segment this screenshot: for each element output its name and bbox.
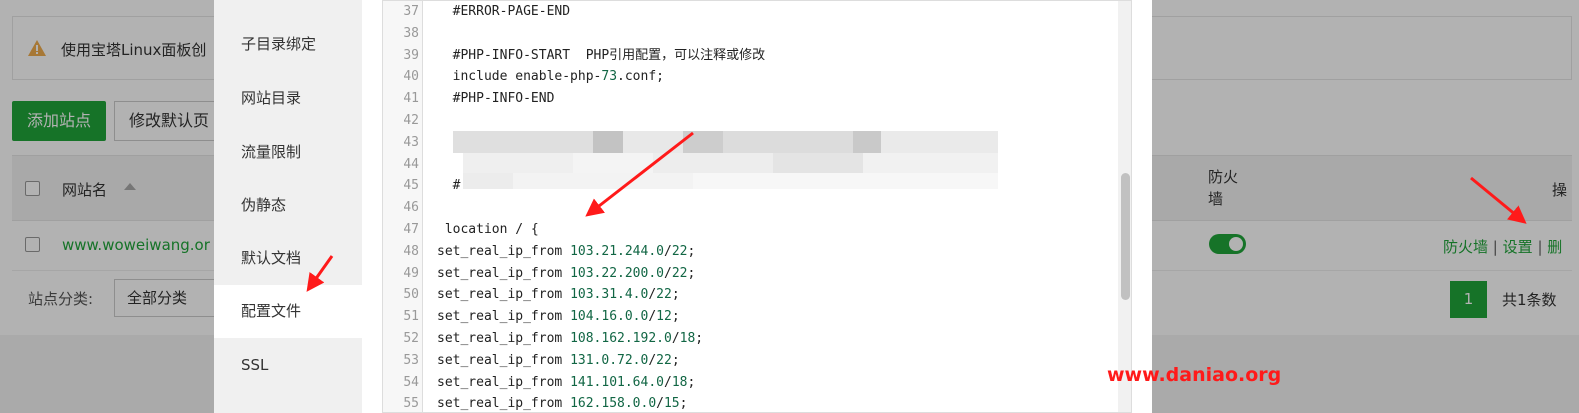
code-line: 52 set_real_ip_from 108.162.192.0/18; [383, 328, 1118, 350]
code-line: 40 include enable-php-73.conf; [383, 66, 1118, 88]
redacted-region [453, 129, 998, 191]
editor-scrollbar[interactable] [1118, 1, 1131, 412]
code-text: #PHP-INFO-START PHP引用配置，可以注释或修改 [437, 47, 766, 63]
line-number: 54 [403, 374, 419, 390]
line-number: 45 [403, 178, 419, 194]
line-number: 48 [403, 243, 419, 259]
code-line: 39 #PHP-INFO-START PHP引用配置，可以注释或修改 [383, 45, 1118, 67]
line-number: 52 [403, 331, 419, 346]
code-line: 54 set_real_ip_from 141.101.64.0/18; [383, 372, 1118, 394]
code-text: #ERROR-PAGE-END [437, 4, 571, 19]
code-text: set_real_ip_from 162.158.0.0/15; [437, 396, 688, 412]
line-number: 47 [403, 222, 419, 237]
line-number: 39 [403, 47, 419, 63]
site-settings-modal: 子目录绑定 网站目录 流量限制 伪静态 默认文档 配置文件 SSL 37 #ER… [214, 0, 1152, 413]
code-line: 47 location / { [383, 219, 1118, 241]
line-number: 42 [403, 113, 419, 128]
code-text: #PHP-INFO-END [437, 91, 555, 107]
code-text: set_real_ip_from 104.16.0.0/12; [437, 309, 680, 325]
menu-item-traffic-limit[interactable]: 流量限制 [214, 126, 362, 179]
code-text: set_real_ip_from 103.21.244.0/22; [437, 243, 696, 259]
code-text: set_real_ip_from 141.101.64.0/18; [437, 374, 696, 390]
menu-item-default-doc[interactable]: 默认文档 [214, 232, 362, 285]
code-line: 37 #ERROR-PAGE-END [383, 1, 1118, 23]
menu-item-subdir-binding[interactable]: 子目录绑定 [214, 18, 362, 71]
line-number: 51 [403, 309, 419, 325]
code-line: 38 [383, 23, 1118, 45]
code-text: set_real_ip_from 103.31.4.0/22; [437, 287, 680, 303]
code-text: set_real_ip_from 131.0.72.0/22; [437, 352, 680, 368]
line-number: 40 [403, 69, 419, 85]
code-text: set_real_ip_from 103.22.200.0/22; [437, 265, 696, 281]
line-number: 38 [403, 25, 419, 41]
code-line: 50 set_real_ip_from 103.31.4.0/22; [383, 284, 1118, 306]
code-line: 51 set_real_ip_from 104.16.0.0/12; [383, 306, 1118, 328]
line-number: 41 [403, 91, 419, 107]
line-number: 53 [403, 352, 419, 368]
code-text: include enable-php-73.conf; [437, 69, 664, 85]
menu-item-config-file[interactable]: 配置文件 [214, 285, 362, 338]
code-line: 53 set_real_ip_from 131.0.72.0/22; [383, 350, 1118, 372]
code-line: 46 [383, 197, 1118, 219]
code-line: 48 set_real_ip_from 103.21.244.0/22; [383, 241, 1118, 263]
code-line: 49 set_real_ip_from 103.22.200.0/22; [383, 263, 1118, 285]
line-number: 49 [403, 265, 419, 281]
line-number: 37 [403, 4, 419, 19]
line-number: 43 [403, 134, 419, 150]
menu-item-ssl[interactable]: SSL [214, 339, 362, 392]
code-text: set_real_ip_from 108.162.192.0/18; [437, 331, 704, 346]
line-number: 55 [403, 396, 419, 412]
line-number: 46 [403, 200, 419, 216]
code-line: 41 #PHP-INFO-END [383, 88, 1118, 110]
code-text: location / { [437, 222, 539, 237]
settings-side-menu: 子目录绑定 网站目录 流量限制 伪静态 默认文档 配置文件 SSL [214, 0, 362, 413]
scrollbar-thumb[interactable] [1121, 173, 1130, 300]
line-number: 44 [403, 156, 419, 172]
line-number: 50 [403, 287, 419, 303]
watermark: www.daniao.org [1107, 364, 1282, 386]
menu-item-site-directory[interactable]: 网站目录 [214, 72, 362, 125]
code-line: 55 set_real_ip_from 162.158.0.0/15; [383, 393, 1118, 412]
config-code-editor[interactable]: 37 #ERROR-PAGE-END 38 39 #PHP-INFO-START P… [382, 0, 1132, 413]
menu-item-rewrite[interactable]: 伪静态 [214, 179, 362, 232]
